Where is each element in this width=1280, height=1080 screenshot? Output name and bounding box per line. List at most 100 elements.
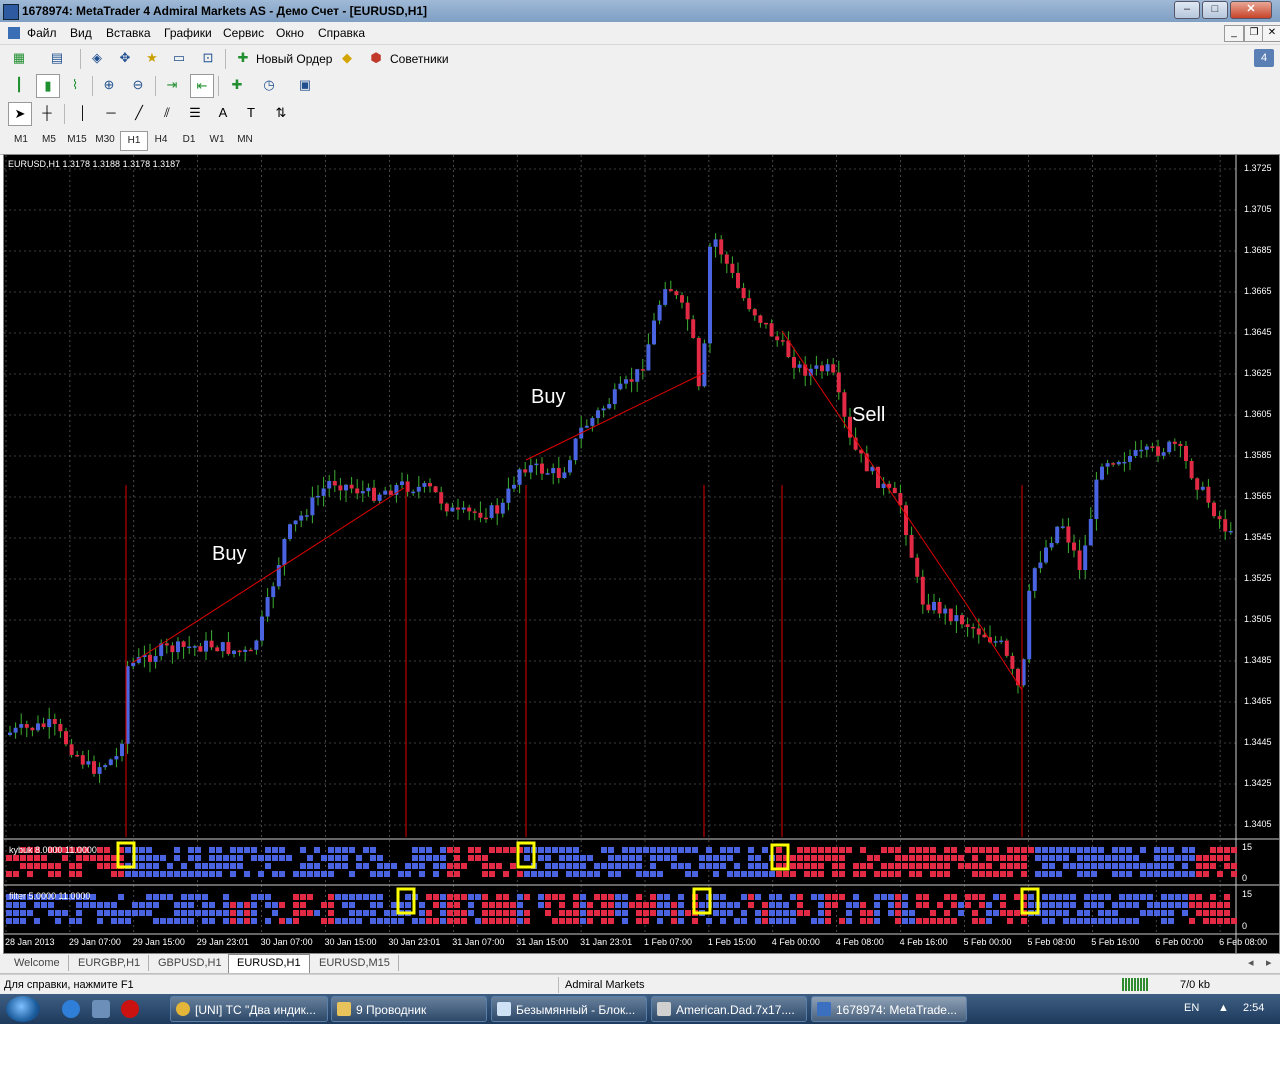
arrows-icon[interactable]: ⇅ [270, 102, 292, 124]
language-indicator[interactable]: EN [1184, 1002, 1199, 1014]
templates-icon[interactable]: ▣ [294, 74, 316, 96]
opera-icon[interactable] [121, 1000, 139, 1018]
timeframe-h4[interactable]: H4 [148, 131, 174, 149]
internet-explorer-icon[interactable] [62, 1000, 80, 1018]
task-notepad[interactable]: Безымянный - Блок... [491, 996, 647, 1022]
trendline-icon[interactable]: ╱ [128, 102, 150, 124]
candle-chart-icon[interactable]: ▮ [36, 74, 60, 98]
timeframe-mn[interactable]: MN [232, 131, 258, 149]
child-close-button[interactable]: ✕ [1262, 25, 1280, 42]
annotation-sell: Sell [852, 404, 886, 426]
market-watch-icon[interactable]: ◈ [86, 47, 108, 69]
task-explorer[interactable]: 9 Проводник [331, 996, 487, 1022]
terminal-icon[interactable]: ▭ [168, 47, 190, 69]
crosshair-icon[interactable]: ┼ [36, 102, 58, 124]
price-tick: 1.3645 [1244, 327, 1272, 337]
menu-bar: Файл Вид Вставка Графики Сервис Окно Спр… [0, 22, 1280, 45]
chart-window[interactable]: EURUSD,H1 1.3178 1.3188 1.3178 1.3187 Bu… [3, 154, 1280, 954]
periods-icon[interactable]: ◷ [258, 74, 280, 96]
metaeditor-icon[interactable]: ◆ [336, 47, 358, 69]
text-icon[interactable]: A [212, 102, 234, 124]
tab-gbpusd-h1[interactable]: GBPUSD,H1 [150, 955, 231, 971]
status-traffic: 7/0 kb [1180, 979, 1210, 991]
fibonacci-icon[interactable]: ☰ [184, 102, 206, 124]
text-label-icon[interactable]: T [240, 102, 262, 124]
timeframe-h1[interactable]: H1 [120, 131, 148, 151]
child-minimize-button[interactable]: _ [1224, 25, 1244, 42]
chart-shift-icon[interactable]: ⇤ [190, 74, 214, 98]
folder-icon [337, 1002, 351, 1016]
menu-charts[interactable]: Графики [164, 26, 212, 40]
timeframe-d1[interactable]: D1 [176, 131, 202, 149]
indicator2-scale-min: 0 [1242, 921, 1248, 931]
indicators-icon[interactable]: ✚ [226, 74, 248, 96]
new-order-button[interactable]: Новый Ордер [256, 52, 332, 66]
maximize-button[interactable]: □ [1202, 1, 1228, 19]
close-button[interactable]: ✕ [1230, 1, 1272, 19]
time-tick: 30 Jan 15:00 [324, 937, 377, 947]
tab-scroll-right-icon[interactable]: ▸ [1266, 956, 1272, 969]
menu-help[interactable]: Справка [318, 26, 365, 40]
menu-insert[interactable]: Вставка [106, 26, 151, 40]
timeframe-m1[interactable]: M1 [8, 131, 34, 149]
line-chart-icon[interactable]: ⌇ [64, 74, 86, 96]
horizontal-line-icon[interactable]: ─ [100, 102, 122, 124]
menu-view[interactable]: Вид [70, 26, 92, 40]
chart-tabs: Welcome EURGBP,H1 GBPUSD,H1 EURUSD,H1 EU… [0, 954, 1280, 974]
connection-status-icon[interactable] [1122, 978, 1148, 991]
child-restore-button[interactable]: ❐ [1244, 25, 1264, 42]
zoom-in-icon[interactable]: ⊕ [98, 74, 120, 96]
tab-eurusd-m15[interactable]: EURUSD,M15 [311, 955, 399, 971]
tab-eurusd-h1[interactable]: EURUSD,H1 [228, 954, 310, 973]
time-tick: 1 Feb 07:00 [644, 937, 693, 947]
autoscroll-icon[interactable]: ⇥ [161, 74, 183, 96]
time-tick: 5 Feb 08:00 [1027, 937, 1076, 947]
new-chart-icon[interactable]: ▦ [8, 47, 30, 69]
clock[interactable]: 2:54 [1243, 1002, 1264, 1014]
task-uni-forum[interactable]: [UNI] ТС "Два индик... [170, 996, 328, 1022]
tab-eurgbp-h1[interactable]: EURGBP,H1 [70, 955, 150, 971]
profiles-icon[interactable]: ▤ [46, 47, 68, 69]
start-button-icon[interactable] [6, 996, 40, 1022]
navigator-icon[interactable]: ★ [141, 47, 163, 69]
task-metatrader[interactable]: 1678974: MetaTrade... [811, 996, 967, 1022]
menu-window[interactable]: Окно [276, 26, 304, 40]
time-tick: 4 Feb 08:00 [835, 937, 884, 947]
bar-chart-icon[interactable]: ┃ [8, 74, 30, 96]
experts-button[interactable]: Советники [390, 52, 449, 66]
show-desktop-icon[interactable] [92, 1000, 110, 1018]
menu-file[interactable]: Файл [27, 26, 57, 40]
media-icon [657, 1002, 671, 1016]
timeframe-m15[interactable]: M15 [64, 131, 90, 149]
price-tick: 1.3705 [1244, 204, 1272, 214]
task-video[interactable]: American.Dad.7x17.... [651, 996, 807, 1022]
price-chart[interactable] [4, 155, 1279, 953]
time-tick: 29 Jan 15:00 [132, 937, 185, 947]
zoom-out-icon[interactable]: ⊖ [127, 74, 149, 96]
experts-icon[interactable]: ⬢ [365, 47, 387, 69]
standard-toolbar: ▦ ▤ ◈ ✥ ★ ▭ ⊡ ✚ Новый Ордер ◆ ⬢ Советник… [0, 45, 1280, 72]
data-window-icon[interactable]: ✥ [114, 47, 136, 69]
minimize-button[interactable]: – [1174, 1, 1200, 19]
price-tick: 1.3565 [1244, 491, 1272, 501]
tester-icon[interactable]: ⊡ [197, 47, 219, 69]
timeframe-m5[interactable]: M5 [36, 131, 62, 149]
new-order-icon[interactable]: ✚ [232, 47, 254, 69]
menu-service[interactable]: Сервис [223, 26, 264, 40]
timeframe-w1[interactable]: W1 [204, 131, 230, 149]
notification-badge[interactable]: 4 [1254, 49, 1274, 67]
time-tick: 29 Jan 07:00 [68, 937, 121, 947]
cursor-icon[interactable]: ➤ [8, 102, 32, 126]
timeframe-m30[interactable]: M30 [92, 131, 118, 149]
tab-scroll-left-icon[interactable]: ◂ [1248, 956, 1254, 969]
time-tick: 4 Feb 16:00 [899, 937, 948, 947]
price-tick: 1.3505 [1244, 614, 1272, 624]
status-help: Для справки, нажмите F1 [4, 979, 134, 991]
tray-expand-icon[interactable]: ▲ [1218, 1002, 1229, 1014]
price-tick: 1.3445 [1244, 737, 1272, 747]
price-tick: 1.3605 [1244, 409, 1272, 419]
channel-icon[interactable]: ⫽ [156, 102, 178, 124]
vertical-line-icon[interactable]: │ [72, 102, 94, 124]
indicator2-scale-max: 15 [1242, 889, 1253, 899]
tab-welcome[interactable]: Welcome [6, 955, 69, 971]
